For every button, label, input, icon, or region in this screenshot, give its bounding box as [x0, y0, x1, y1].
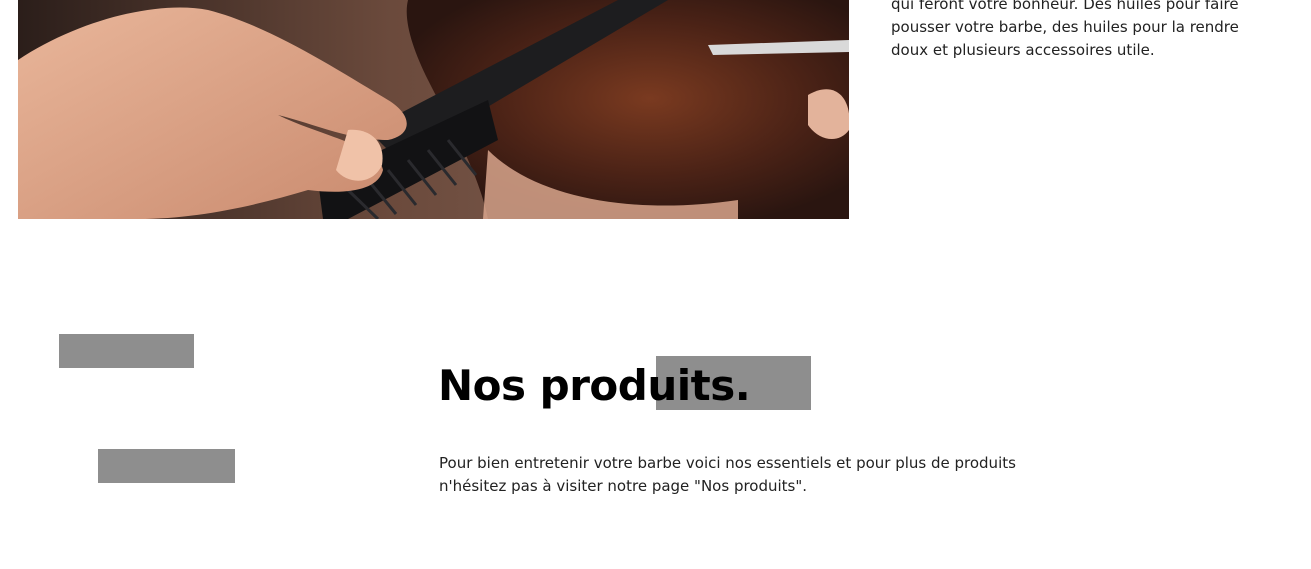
section-description: Pour bien entretenir votre barbe voici n…: [439, 454, 1016, 495]
intro-text: qui feront votre bonheur. Des huiles pou…: [891, 0, 1239, 59]
placeholder-block: [98, 449, 235, 483]
section-title: Nos produits.: [438, 361, 751, 410]
intro-paragraph: qui feront votre bonheur. Des huiles pou…: [891, 0, 1271, 62]
page: qui feront votre bonheur. Des huiles pou…: [0, 0, 1311, 569]
barber-photo: [18, 0, 849, 219]
placeholder-block: [59, 334, 194, 368]
